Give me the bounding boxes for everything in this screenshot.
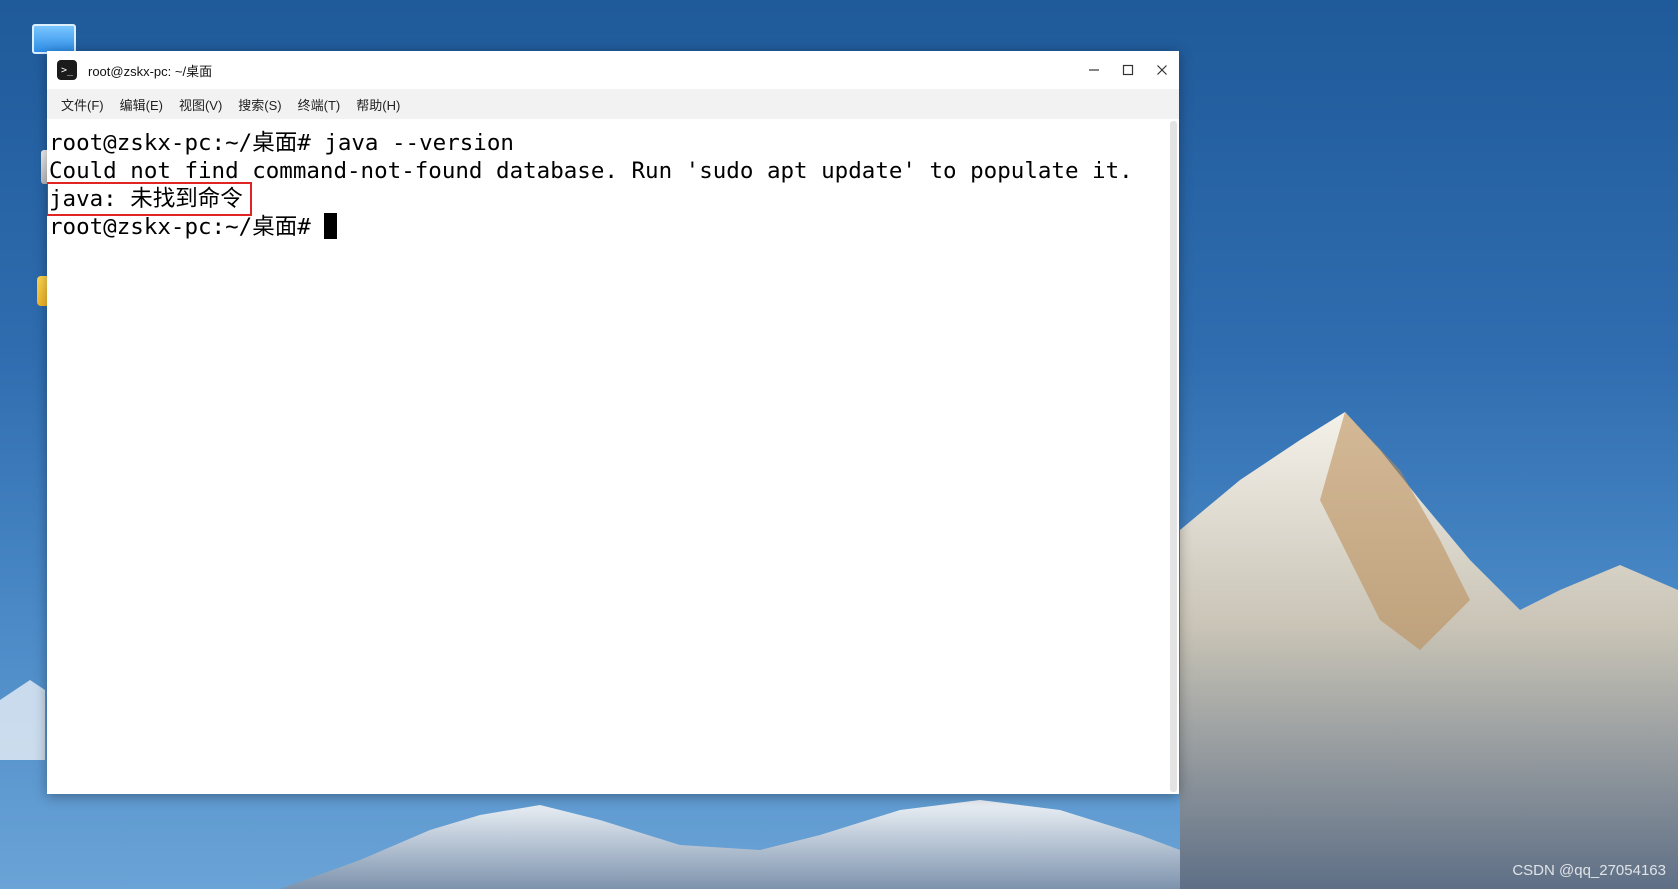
menu-file[interactable]: 文件(F) bbox=[55, 91, 110, 118]
window-titlebar[interactable]: >_ root@zskx-pc: ~/桌面 bbox=[47, 51, 1179, 89]
error-highlight-box: java: 未找到命令 bbox=[47, 182, 252, 216]
minimize-icon bbox=[1089, 69, 1099, 71]
terminal-line: root@zskx-pc:~/桌面# java --version bbox=[49, 130, 514, 156]
terminal-output: root@zskx-pc:~/桌面# java --version Could … bbox=[47, 119, 1179, 241]
terminal-prompt: root@zskx-pc:~/桌面# bbox=[49, 214, 325, 240]
menubar: 文件(F) 编辑(E) 视图(V) 搜索(S) 终端(T) 帮助(H) bbox=[47, 89, 1179, 119]
maximize-icon bbox=[1122, 64, 1134, 76]
terminal-prompt-line[interactable]: root@zskx-pc:~/桌面# bbox=[49, 213, 1179, 241]
menu-view[interactable]: 视图(V) bbox=[173, 91, 228, 118]
vertical-scrollbar[interactable] bbox=[1170, 121, 1177, 792]
computer-icon bbox=[32, 24, 76, 54]
terminal-area[interactable]: root@zskx-pc:~/桌面# java --version Could … bbox=[47, 119, 1179, 794]
menu-search[interactable]: 搜索(S) bbox=[232, 91, 287, 118]
terminal-window: >_ root@zskx-pc: ~/桌面 文件(F) 编辑(E) 视图(V) … bbox=[47, 51, 1179, 794]
terminal-cursor bbox=[324, 213, 338, 239]
close-icon bbox=[1157, 65, 1167, 75]
menu-terminal[interactable]: 终端(T) bbox=[292, 91, 347, 118]
terminal-app-icon: >_ bbox=[57, 60, 77, 80]
window-controls bbox=[1077, 51, 1179, 89]
minimize-button[interactable] bbox=[1077, 51, 1111, 89]
menu-edit[interactable]: 编辑(E) bbox=[114, 91, 169, 118]
menu-help[interactable]: 帮助(H) bbox=[350, 91, 406, 118]
terminal-line: java: 未找到命令 bbox=[47, 182, 1179, 216]
maximize-button[interactable] bbox=[1111, 51, 1145, 89]
csdn-watermark: CSDN @qq_27054163 bbox=[1512, 862, 1666, 879]
close-button[interactable] bbox=[1145, 51, 1179, 89]
window-title: root@zskx-pc: ~/桌面 bbox=[88, 63, 213, 79]
terminal-line: Could not find command-not-found databas… bbox=[49, 158, 1133, 184]
